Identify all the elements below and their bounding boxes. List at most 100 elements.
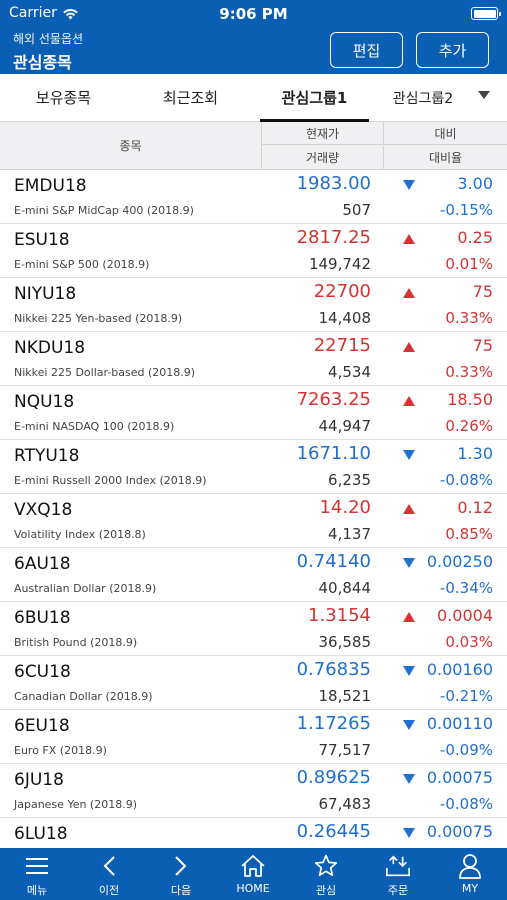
edit-button[interactable]: 편집	[330, 32, 403, 68]
volume: 44,947	[318, 417, 372, 435]
symbol-name: Canadian Dollar (2018.9)	[14, 690, 153, 703]
nav-my[interactable]: MY	[434, 848, 506, 900]
table-row[interactable]: NQU18 E-mini NASDAQ 100 (2018.9) 7263.25 44…	[0, 386, 507, 440]
volume: 36,585	[318, 633, 372, 651]
symbol-code: 6LU18	[14, 824, 68, 844]
symbol-name: E-mini Russell 2000 Index (2018.9)	[14, 474, 207, 487]
volume: 18,521	[318, 687, 372, 705]
change-value: 0.00160	[426, 660, 493, 679]
current-price: 1.3154	[308, 605, 371, 626]
symbol-code: 6BU18	[14, 608, 71, 628]
symbol-name: E-mini S&P MidCap 400 (2018.9)	[14, 204, 194, 217]
symbol-name: E-mini S&P 500 (2018.9)	[14, 258, 150, 271]
change-value: 3.00	[457, 174, 493, 193]
table-row[interactable]: NKDU18 Nikkei 225 Dollar-based (2018.9) 22…	[0, 332, 507, 386]
app-header: Carrier 9:06 PM 해외 선물옵션 관심종목 편집 추가	[0, 0, 507, 74]
page-title: 관심종목	[13, 53, 72, 72]
change-rate: -0.08%	[439, 471, 493, 489]
column-volume: 거래량	[262, 146, 384, 169]
symbol-name: Euro FX (2018.9)	[14, 744, 107, 757]
menu-icon	[24, 853, 50, 879]
symbol-code: 6AU18	[14, 554, 71, 574]
symbol-name: Australian Dollar (2018.9)	[14, 582, 157, 595]
triangle-up-icon	[403, 342, 415, 352]
triangle-up-icon	[403, 288, 415, 298]
symbol-code: 6JU18	[14, 770, 64, 790]
column-symbol: 종목	[0, 122, 262, 169]
table-row[interactable]: NIYU18 Nikkei 225 Yen-based (2018.9) 22700…	[0, 278, 507, 332]
symbol-name: Nikkei 225 Dollar-based (2018.9)	[14, 366, 196, 379]
table-row[interactable]: EMDU18 E-mini S&P MidCap 400 (2018.9) 1983…	[0, 170, 507, 224]
tab-watch-group-1[interactable]: 관심그룹1	[254, 74, 375, 122]
volume: 4,534	[328, 363, 371, 381]
nav-menu[interactable]: 메뉴	[1, 848, 73, 900]
nav-next[interactable]: 다음	[145, 848, 217, 900]
nav-label: 주문	[387, 884, 409, 897]
change-rate: -0.09%	[439, 741, 493, 759]
tab-recent[interactable]: 최근조회	[127, 74, 254, 121]
change-rate: 0.33%	[445, 309, 493, 327]
change-rate: -0.15%	[439, 201, 493, 219]
symbol-code: RTYU18	[14, 446, 80, 466]
chevron-left-icon	[96, 853, 122, 879]
nav-home[interactable]: HOME	[217, 848, 289, 900]
change-value: 75	[472, 336, 493, 355]
volume: 77,517	[318, 741, 372, 759]
nav-label: 이전	[98, 884, 120, 897]
tab-watch-group-2[interactable]: 관심그룹2	[375, 74, 471, 121]
change-value: 0.00075	[426, 822, 493, 841]
table-row[interactable]: 6BU18 British Pound (2018.9) 1.3154 36,585 0…	[0, 602, 507, 656]
nav-previous[interactable]: 이전	[73, 848, 145, 900]
current-price: 0.26445	[296, 821, 371, 842]
table-row[interactable]: RTYU18 E-mini Russell 2000 Index (2018.9)…	[0, 440, 507, 494]
symbol-name: Nikkei 225 Yen-based (2018.9)	[14, 312, 183, 325]
current-price: 0.76835	[296, 659, 371, 680]
change-value: 0.00110	[426, 714, 493, 733]
triangle-down-icon	[403, 666, 415, 676]
table-row[interactable]: 6JU18 Japanese Yen (2018.9) 0.89625 67,483 0…	[0, 764, 507, 818]
change-value: 0.12	[457, 498, 493, 517]
table-row[interactable]: 6LU18 0.26445 0.00075	[0, 818, 507, 848]
triangle-down-icon	[403, 828, 415, 838]
current-price: 2817.25	[296, 227, 371, 248]
current-price: 1671.10	[296, 443, 371, 464]
change-rate: -0.21%	[439, 687, 493, 705]
volume: 14,408	[318, 309, 372, 327]
symbol-code: NQU18	[14, 392, 75, 412]
table-header: 종목 현재가 거래량 대비 대비율	[0, 122, 507, 170]
triangle-down-icon	[403, 774, 415, 784]
column-change-rate: 대비율	[428, 151, 463, 165]
change-value: 0.00075	[426, 768, 493, 787]
table-row[interactable]: 6CU18 Canadian Dollar (2018.9) 0.76835 18,5…	[0, 656, 507, 710]
symbol-code: 6EU18	[14, 716, 70, 736]
nav-label: MY	[461, 882, 479, 895]
current-price: 0.74140	[296, 551, 371, 572]
tab-holdings[interactable]: 보유종목	[0, 74, 127, 121]
nav-order[interactable]: 주문	[362, 848, 434, 900]
star-icon	[313, 853, 339, 879]
user-icon	[457, 853, 483, 879]
change-value: 1.30	[457, 444, 493, 463]
table-row[interactable]: 6EU18 Euro FX (2018.9) 1.17265 77,517 0.0011…	[0, 710, 507, 764]
triangle-up-icon	[403, 396, 415, 406]
tab-dropdown-icon[interactable]	[478, 91, 490, 99]
chevron-right-icon	[168, 853, 194, 879]
current-price: 22715	[313, 335, 371, 356]
add-button[interactable]: 추가	[416, 32, 489, 68]
home-icon	[240, 853, 266, 879]
table-row[interactable]: VXQ18 Volatility Index (2018.8) 14.20 4,137…	[0, 494, 507, 548]
table-row[interactable]: ESU18 E-mini S&P 500 (2018.9) 2817.25 149,7…	[0, 224, 507, 278]
nav-watchlist[interactable]: 관심	[290, 848, 362, 900]
triangle-up-icon	[403, 234, 415, 244]
triangle-up-icon	[403, 504, 415, 514]
page-subtitle: 해외 선물옵션	[13, 32, 84, 46]
battery-icon	[471, 7, 501, 20]
current-price: 1983.00	[296, 173, 371, 194]
column-current-price: 현재가	[262, 122, 384, 145]
volume: 67,483	[318, 795, 372, 813]
current-price: 1.17265	[296, 713, 371, 734]
table-row[interactable]: 6AU18 Australian Dollar (2018.9) 0.74140 40…	[0, 548, 507, 602]
volume: 6,235	[328, 471, 371, 489]
group-tabs: 보유종목 최근조회 관심그룹1 관심그룹2	[0, 74, 507, 122]
nav-label: 관심	[315, 884, 337, 897]
